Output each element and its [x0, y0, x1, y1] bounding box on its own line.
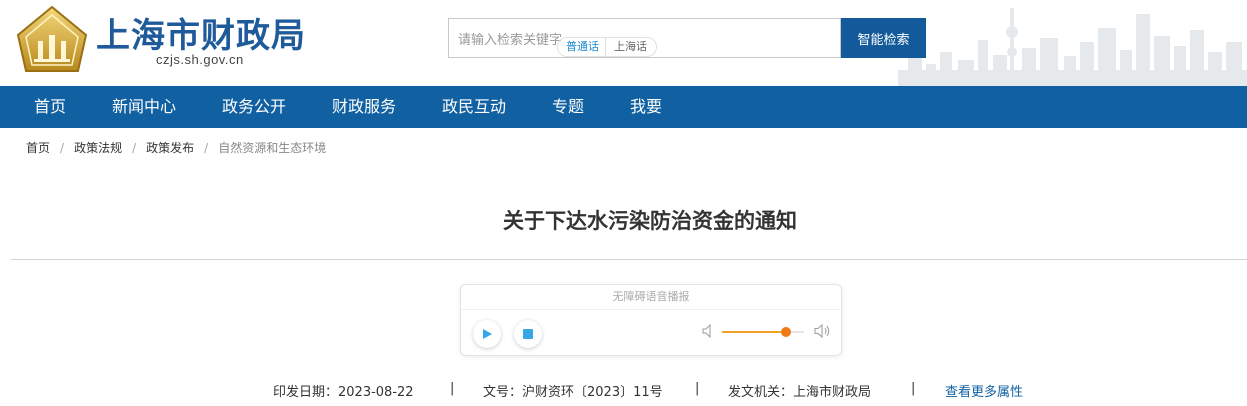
volume-high-icon — [814, 323, 830, 339]
play-icon — [483, 329, 492, 339]
breadcrumb-current[interactable]: 自然资源和生态环境 — [218, 141, 326, 155]
nav-item-i-want[interactable]: 我要 — [630, 86, 662, 128]
nav-item-interaction[interactable]: 政民互动 — [442, 86, 506, 128]
volume-slider[interactable] — [722, 327, 804, 337]
issuing-authority: 发文机关：上海市财政局 — [728, 381, 871, 400]
lang-shanghainese-option[interactable]: 上海话 — [608, 37, 653, 57]
breadcrumb-separator: / — [60, 141, 65, 155]
shanghai-finance-emblem-icon[interactable] — [14, 5, 90, 75]
nav-item-public-affairs[interactable]: 政务公开 — [222, 86, 286, 128]
nav-item-finance-services[interactable]: 财政服务 — [332, 86, 396, 128]
lang-mandarin-option[interactable]: 普通话 — [560, 37, 606, 57]
nav-item-home[interactable]: 首页 — [34, 86, 66, 128]
issue-date-label: 印发日期： — [273, 385, 339, 400]
issuing-authority-label: 发文机关： — [728, 385, 794, 400]
breadcrumb-home[interactable]: 首页 — [26, 141, 50, 155]
meta-separator: | — [450, 381, 455, 396]
issuing-authority-value: 上海市财政局 — [793, 385, 872, 400]
nav-item-topics[interactable]: 专题 — [552, 86, 584, 128]
breadcrumb-separator: / — [132, 141, 137, 155]
volume-slider-handle[interactable] — [781, 327, 791, 337]
site-title[interactable]: 上海市财政局 — [96, 8, 306, 57]
meta-separator: | — [695, 381, 700, 396]
language-toggle: 普通话 上海话 — [557, 37, 657, 57]
breadcrumb-separator: / — [204, 141, 209, 155]
article-title: 关于下达水污染防治资金的通知 — [503, 209, 797, 233]
play-button[interactable] — [473, 320, 501, 348]
document-number-value: 沪财资环〔2023〕11号 — [522, 385, 663, 400]
more-properties-link-text[interactable]: 查看更多属性 — [945, 385, 1023, 400]
title-divider — [11, 259, 1247, 260]
more-properties-link[interactable]: 查看更多属性 — [945, 381, 1023, 400]
volume-slider-fill — [722, 331, 786, 333]
meta-separator: | — [911, 381, 916, 396]
audio-player: 无障碍语音播报 — [460, 284, 842, 356]
nav-item-news[interactable]: 新闻中心 — [112, 86, 176, 128]
stop-icon — [523, 329, 533, 339]
site-domain: czjs.sh.gov.cn — [156, 52, 244, 67]
city-skyline-image — [898, 8, 1247, 86]
breadcrumb-policy-release[interactable]: 政策发布 — [146, 141, 194, 155]
volume-low-icon — [702, 324, 711, 338]
stop-button[interactable] — [514, 320, 542, 348]
breadcrumb-policy-regulations[interactable]: 政策法规 — [74, 141, 122, 155]
issue-date: 印发日期：2023-08-22 — [273, 381, 414, 400]
document-number: 文号：沪财资环〔2023〕11号 — [483, 381, 663, 400]
audio-player-header: 无障碍语音播报 — [461, 285, 841, 310]
document-number-label: 文号： — [483, 385, 523, 400]
breadcrumb: 首页 / 政策法规 / 政策发布 / 自然资源和生态环境 — [26, 139, 326, 156]
search-placeholder: 请输入检索关键字 — [458, 32, 563, 48]
issue-date-value: 2023-08-22 — [338, 385, 414, 400]
main-nav: 首页 新闻中心 政务公开 财政服务 政民互动 专题 我要 — [0, 86, 1247, 128]
